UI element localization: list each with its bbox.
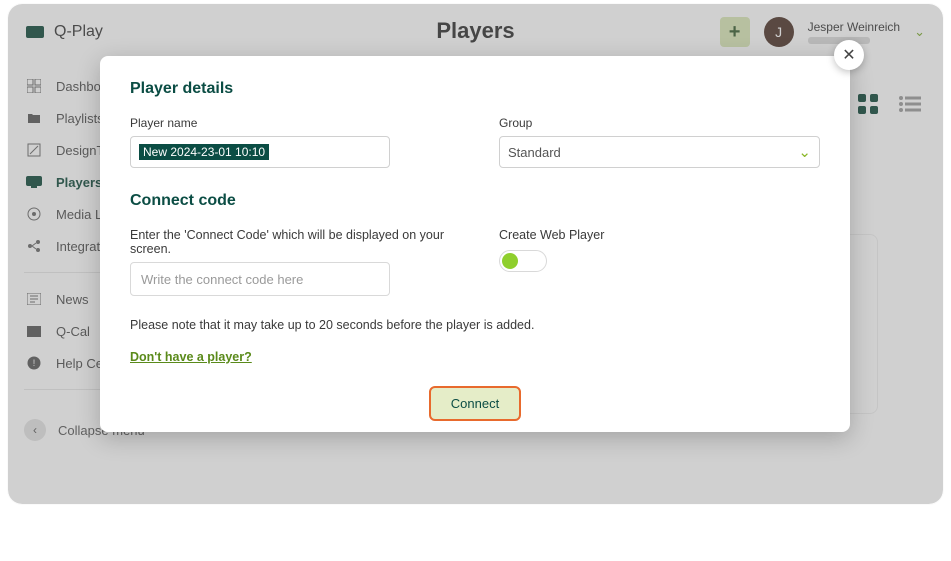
connect-button[interactable]: Connect [429, 386, 521, 421]
connect-code-hint: Enter the 'Connect Code' which will be d… [130, 228, 451, 256]
group-selected-value: Standard [508, 145, 561, 160]
player-name-field[interactable]: New 2024-23-01 10:10 [130, 136, 390, 168]
player-name-value: New 2024-23-01 10:10 [139, 144, 269, 160]
connect-code-input[interactable] [130, 262, 390, 296]
modal-heading-details: Player details [130, 80, 820, 98]
web-player-label: Create Web Player [499, 228, 820, 242]
close-icon: ✕ [842, 45, 855, 65]
toggle-knob [502, 253, 518, 269]
player-modal: ✕ Player details Player name New 2024-23… [100, 56, 850, 432]
close-button[interactable]: ✕ [834, 40, 864, 70]
group-select[interactable]: Standard ⌄ [499, 136, 820, 168]
player-name-label: Player name [130, 116, 451, 130]
web-player-toggle[interactable] [499, 250, 547, 272]
group-label: Group [499, 116, 820, 130]
connect-note: Please note that it may take up to 20 se… [130, 318, 820, 332]
modal-heading-connect: Connect code [130, 192, 820, 210]
chevron-down-icon: ⌄ [798, 143, 811, 161]
no-player-link[interactable]: Don't have a player? [130, 350, 252, 364]
